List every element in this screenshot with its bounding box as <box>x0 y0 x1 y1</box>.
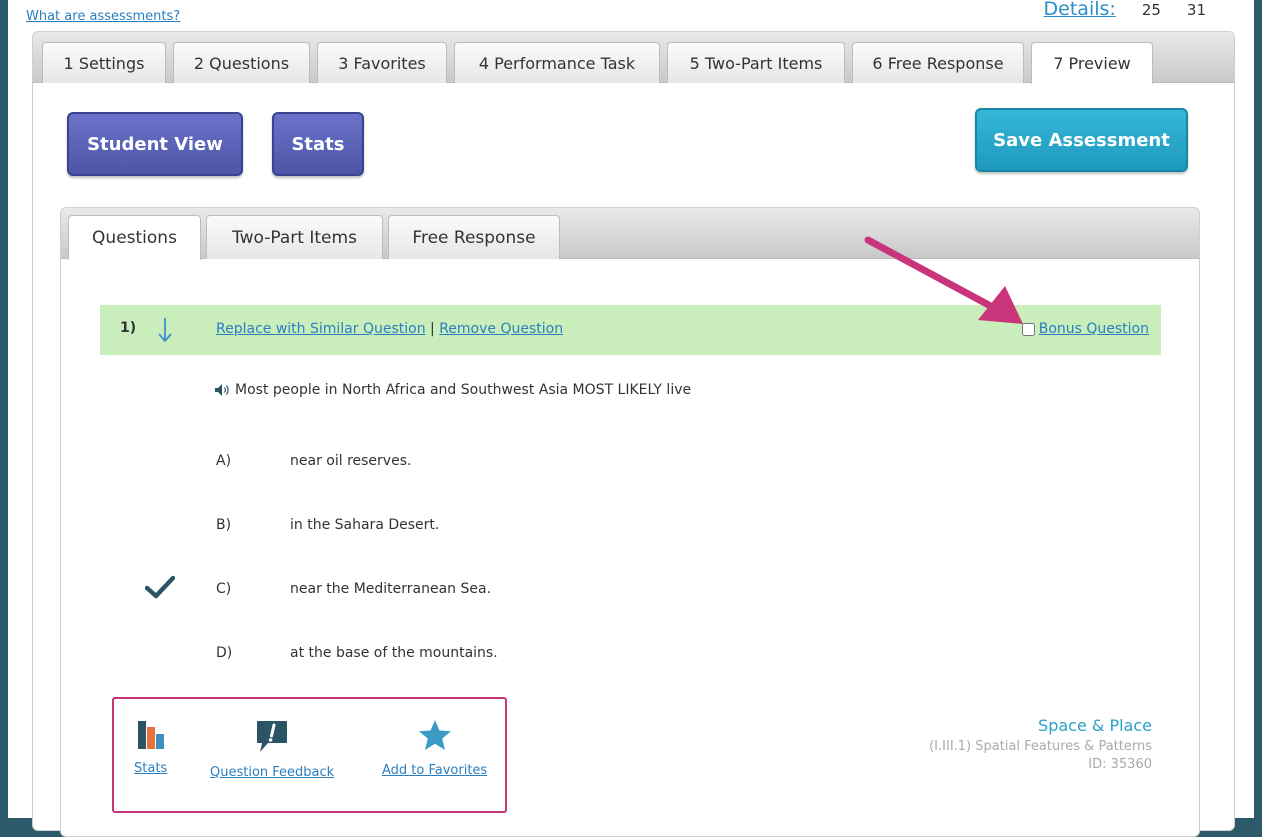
save-assessment-button[interactable]: Save Assessment <box>975 108 1188 172</box>
tab-favorites[interactable]: 3 Favorites <box>317 42 447 83</box>
link-separator: | <box>430 321 435 337</box>
choice-text: at the base of the mountains. <box>290 645 498 661</box>
question-feedback-link[interactable]: Question Feedback <box>210 765 334 780</box>
details-summary: Details: 25 31 <box>1044 0 1206 20</box>
details-value-2: 31 <box>1186 1 1206 19</box>
bonus-question: Bonus Question <box>1021 321 1149 337</box>
tool-stats[interactable]: Stats <box>134 719 167 776</box>
question-standard: (I.III.1) Spatial Features & Patterns <box>929 739 1152 754</box>
question-category: Space & Place <box>1038 716 1152 735</box>
star-icon <box>418 720 451 750</box>
choice-letter: B) <box>216 517 232 533</box>
tab-free-response[interactable]: 6 Free Response <box>852 42 1024 83</box>
bonus-question-label[interactable]: Bonus Question <box>1039 321 1149 337</box>
question-number: 1) <box>120 320 137 336</box>
question-text: Most people in North Africa and Southwes… <box>235 382 692 398</box>
replace-question-link[interactable]: Replace with Similar Question <box>216 321 426 337</box>
tab-two-part-items[interactable]: 5 Two-Part Items <box>667 42 845 83</box>
choice-text: near the Mediterranean Sea. <box>290 581 492 597</box>
check-icon <box>145 575 175 599</box>
stats-link[interactable]: Stats <box>134 761 167 776</box>
choice-text: in the Sahara Desert. <box>290 517 440 533</box>
details-link[interactable]: Details: <box>1044 0 1116 20</box>
tab-preview-free-response[interactable]: Free Response <box>388 215 560 259</box>
choice-letter: C) <box>216 581 232 597</box>
choice-text: near oil reserves. <box>290 453 412 469</box>
what-are-assessments-link[interactable]: What are assessments? <box>26 9 180 24</box>
wizard-tab-bar: 1 Settings 2 Questions 3 Favorites 4 Per… <box>33 32 1234 84</box>
question-text-row: Most people in North Africa and Southwes… <box>214 382 691 398</box>
tab-preview-two-part-items[interactable]: Two-Part Items <box>206 215 383 259</box>
tab-questions[interactable]: 2 Questions <box>173 42 310 83</box>
tab-settings[interactable]: 1 Settings <box>42 42 166 83</box>
question-actions: Replace with Similar Question | Remove Q… <box>216 321 563 337</box>
bar-chart-icon <box>137 721 164 749</box>
arrow-down-icon[interactable] <box>157 317 173 343</box>
question-id: ID: 35360 <box>1088 757 1152 772</box>
question-tools: Stats Question Feedback Add to Favorites <box>112 697 507 813</box>
remove-question-link[interactable]: Remove Question <box>439 321 563 337</box>
speaker-icon[interactable] <box>214 383 231 397</box>
details-value-1: 25 <box>1141 1 1161 19</box>
tool-add-to-favorites[interactable]: Add to Favorites <box>382 719 487 778</box>
tab-performance-task[interactable]: 4 Performance Task <box>454 42 660 83</box>
arrow-pointer-icon <box>864 236 1023 324</box>
choice-letter: D) <box>216 645 233 661</box>
question-metadata: Space & Place (I.III.1) Spatial Features… <box>929 716 1152 772</box>
choice-letter: A) <box>216 453 232 469</box>
student-view-button[interactable]: Student View <box>67 112 243 176</box>
add-to-favorites-link[interactable]: Add to Favorites <box>382 763 487 778</box>
stats-button[interactable]: Stats <box>272 112 364 176</box>
tab-preview-questions[interactable]: Questions <box>68 215 201 260</box>
page: What are assessments? Details: 25 31 1 S… <box>8 0 1254 837</box>
tool-question-feedback[interactable]: Question Feedback <box>210 719 334 780</box>
speech-bubble-exclamation-icon <box>257 721 288 752</box>
tab-preview[interactable]: 7 Preview <box>1031 42 1153 84</box>
